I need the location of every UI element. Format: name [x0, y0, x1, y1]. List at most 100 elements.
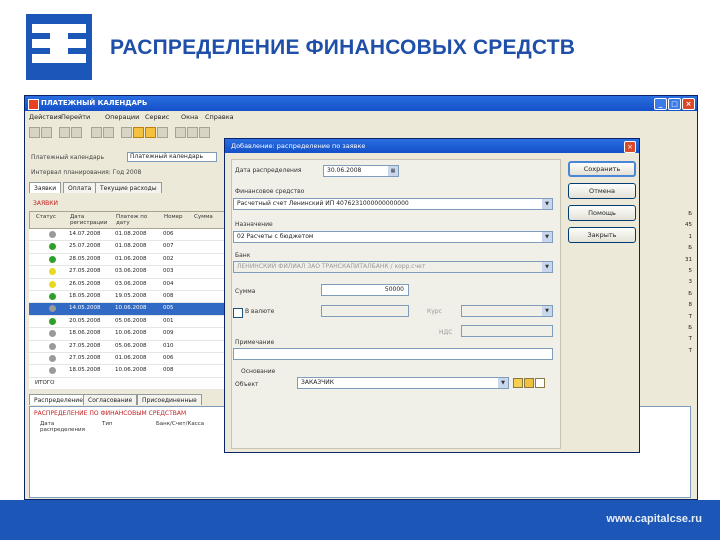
maximize-button[interactable]: □ [668, 98, 681, 110]
toolbar-approve-icon[interactable] [187, 127, 198, 138]
date-field[interactable]: 30.06.2008 ▦ [323, 165, 399, 177]
help-button[interactable]: Помощь [568, 205, 636, 221]
col-status[interactable]: Статус [36, 214, 56, 220]
total-row: ИТОГО [29, 377, 225, 391]
open-icon[interactable] [524, 378, 534, 388]
toolbar-print-icon[interactable] [59, 127, 70, 138]
tab-approval[interactable]: Согласование [83, 394, 138, 405]
bank-field[interactable]: ЛЕНИНСКИЙ ФИЛИАЛ ЗАО ТРАНСКАПИТАЛБАНК / … [233, 261, 553, 273]
toolbar-open-icon[interactable] [41, 127, 52, 138]
vat-label: НДС [439, 329, 453, 336]
fin-field[interactable]: Расчетный счет Ленинский ИП 407623100000… [233, 198, 553, 210]
chevron-down-icon[interactable]: ▼ [542, 306, 552, 316]
sum-field[interactable]: 50000 [321, 284, 409, 296]
menu-item-goto[interactable]: Перейти [61, 113, 90, 121]
table-row[interactable]: 27.05.2008 05.06.2008 010 [29, 340, 225, 353]
chevron-down-icon[interactable]: ▼ [542, 232, 552, 242]
rate-field[interactable]: ▼ [461, 305, 553, 317]
chevron-down-icon[interactable]: ▼ [498, 378, 508, 388]
table-row[interactable]: 18.05.2008 10.06.2008 008 [29, 365, 225, 378]
table-cell: 27.05.2008 [69, 342, 101, 349]
col-sum[interactable]: Сумма [194, 214, 213, 220]
table-row[interactable]: 18.05.2008 19.05.2008 008 [29, 290, 225, 304]
toolbar-delete-icon[interactable] [175, 127, 186, 138]
status-dot-icon [49, 255, 56, 263]
col-dist-date[interactable]: Дата распределения [40, 421, 90, 433]
currency-checkbox[interactable] [233, 308, 243, 318]
toolbar-folder-icon[interactable] [133, 127, 144, 138]
table-row[interactable]: 18.06.2008 10.06.2008 009 [29, 328, 225, 341]
menu-item-help[interactable]: Справка [205, 113, 234, 121]
table-cell: 03.06.2008 [115, 280, 147, 287]
vat-field[interactable] [461, 325, 553, 337]
table-row[interactable]: 27.05.2008 01.06.2008 006 [29, 352, 225, 366]
toolbar-check-icon[interactable] [199, 127, 210, 138]
dialog-close-icon[interactable]: × [624, 141, 636, 153]
table-row[interactable]: 14.05.2008 10.06.2008 005 [29, 303, 225, 316]
right-cell: Б [688, 211, 692, 217]
close-button[interactable]: × [682, 98, 695, 110]
menu-item-service[interactable]: Сервис [145, 113, 169, 121]
calendar-icon[interactable]: ▦ [388, 166, 398, 176]
tab-requests[interactable]: Заявки [29, 182, 62, 193]
table-cell: 01.06.2008 [115, 354, 147, 361]
tab-payment[interactable]: Оплата [63, 182, 97, 193]
dialog-title: Добавление: распределение по заявке [231, 142, 366, 150]
table-row[interactable]: 20.05.2008 05.06.2008 001 [29, 315, 225, 329]
table-row[interactable]: 27.05.2008 03.06.2008 003 [29, 266, 225, 279]
right-column: Б 45 1 Б 31 5 3 Б 8 Т Б Т Т [640, 211, 692, 359]
toolbar-new-icon[interactable] [29, 127, 40, 138]
col-number[interactable]: Номер [164, 214, 183, 220]
table-cell: 27.05.2008 [69, 268, 101, 275]
cancel-button[interactable]: Отмена [568, 183, 636, 199]
toolbar-paste-icon[interactable] [103, 127, 114, 138]
toolbar-edit-icon[interactable] [121, 127, 132, 138]
purpose-type-field[interactable]: 02 Расчеты с бюджетом ▼ [233, 231, 553, 243]
table-cell: 03.06.2008 [115, 268, 147, 275]
menu-item-windows[interactable]: Окна [181, 113, 198, 121]
minimize-button[interactable]: _ [654, 98, 667, 110]
note-field[interactable] [233, 348, 553, 360]
status-dot-icon [49, 330, 56, 338]
toolbar-preview-icon[interactable] [71, 127, 82, 138]
app-titlebar[interactable]: ПЛАТЕЖНЫЙ КАЛЕНДАРЬ _ □ × [25, 96, 697, 111]
toolbar-filter-icon[interactable] [145, 127, 156, 138]
close-dialog-button[interactable]: Закрыть [568, 227, 636, 243]
col-dist-bank[interactable]: Банк/Счет/Касса [156, 421, 204, 427]
table-cell: 004 [163, 280, 174, 287]
object-value: ЗАКАЗЧИК [301, 379, 335, 386]
calendar-combo[interactable]: Платежный календарь [127, 152, 217, 162]
menu-item-operations[interactable]: Операции [105, 113, 139, 121]
note-label: Примечание [235, 339, 275, 346]
save-button[interactable]: Сохранить [568, 161, 636, 177]
toolbar-copy-icon[interactable] [91, 127, 102, 138]
table-row[interactable]: 26.05.2008 03.06.2008 004 [29, 278, 225, 291]
table-cell: 006 [163, 231, 174, 237]
table-cell: 10.06.2008 [115, 330, 147, 337]
rate-label: Курс [427, 308, 442, 315]
col-dist-type[interactable]: Тип [102, 421, 113, 427]
tab-distribution[interactable]: Распределение [29, 394, 88, 405]
currency-field[interactable] [321, 305, 409, 317]
menu-item-actions[interactable]: Действия [29, 113, 62, 121]
table-row[interactable]: 14.07.2008 01.08.2008 006 [29, 229, 225, 242]
tab-attached[interactable]: Присоединенные [137, 394, 202, 405]
object-field[interactable]: ЗАКАЗЧИК ▼ [297, 377, 509, 389]
edit-icon[interactable] [535, 378, 545, 388]
right-cell: 1 [688, 233, 693, 240]
status-dot-icon [49, 354, 56, 362]
table-cell: 009 [163, 330, 174, 337]
folder-icon[interactable] [513, 378, 523, 388]
chevron-down-icon[interactable]: ▼ [542, 262, 552, 272]
table-row[interactable]: 25.07.2008 01.08.2008 007 [29, 241, 225, 254]
table-row[interactable]: 28.05.2008 01.06.2008 002 [29, 253, 225, 267]
col-pay-date[interactable]: Платеж по дату [116, 214, 160, 226]
chevron-down-icon[interactable]: ▼ [542, 199, 552, 209]
purpose-type-value: 02 Расчеты с бюджетом [237, 233, 314, 240]
right-cell: 3 [688, 279, 693, 286]
dialog-titlebar[interactable]: Добавление: распределение по заявке × [225, 139, 639, 153]
grid-header: Статус Дата регистрации Платеж по дату Н… [29, 211, 225, 229]
col-reg-date[interactable]: Дата регистрации [70, 214, 110, 226]
toolbar-report-icon[interactable] [157, 127, 168, 138]
tab-current-expenses[interactable]: Текущие расходы [95, 182, 162, 193]
